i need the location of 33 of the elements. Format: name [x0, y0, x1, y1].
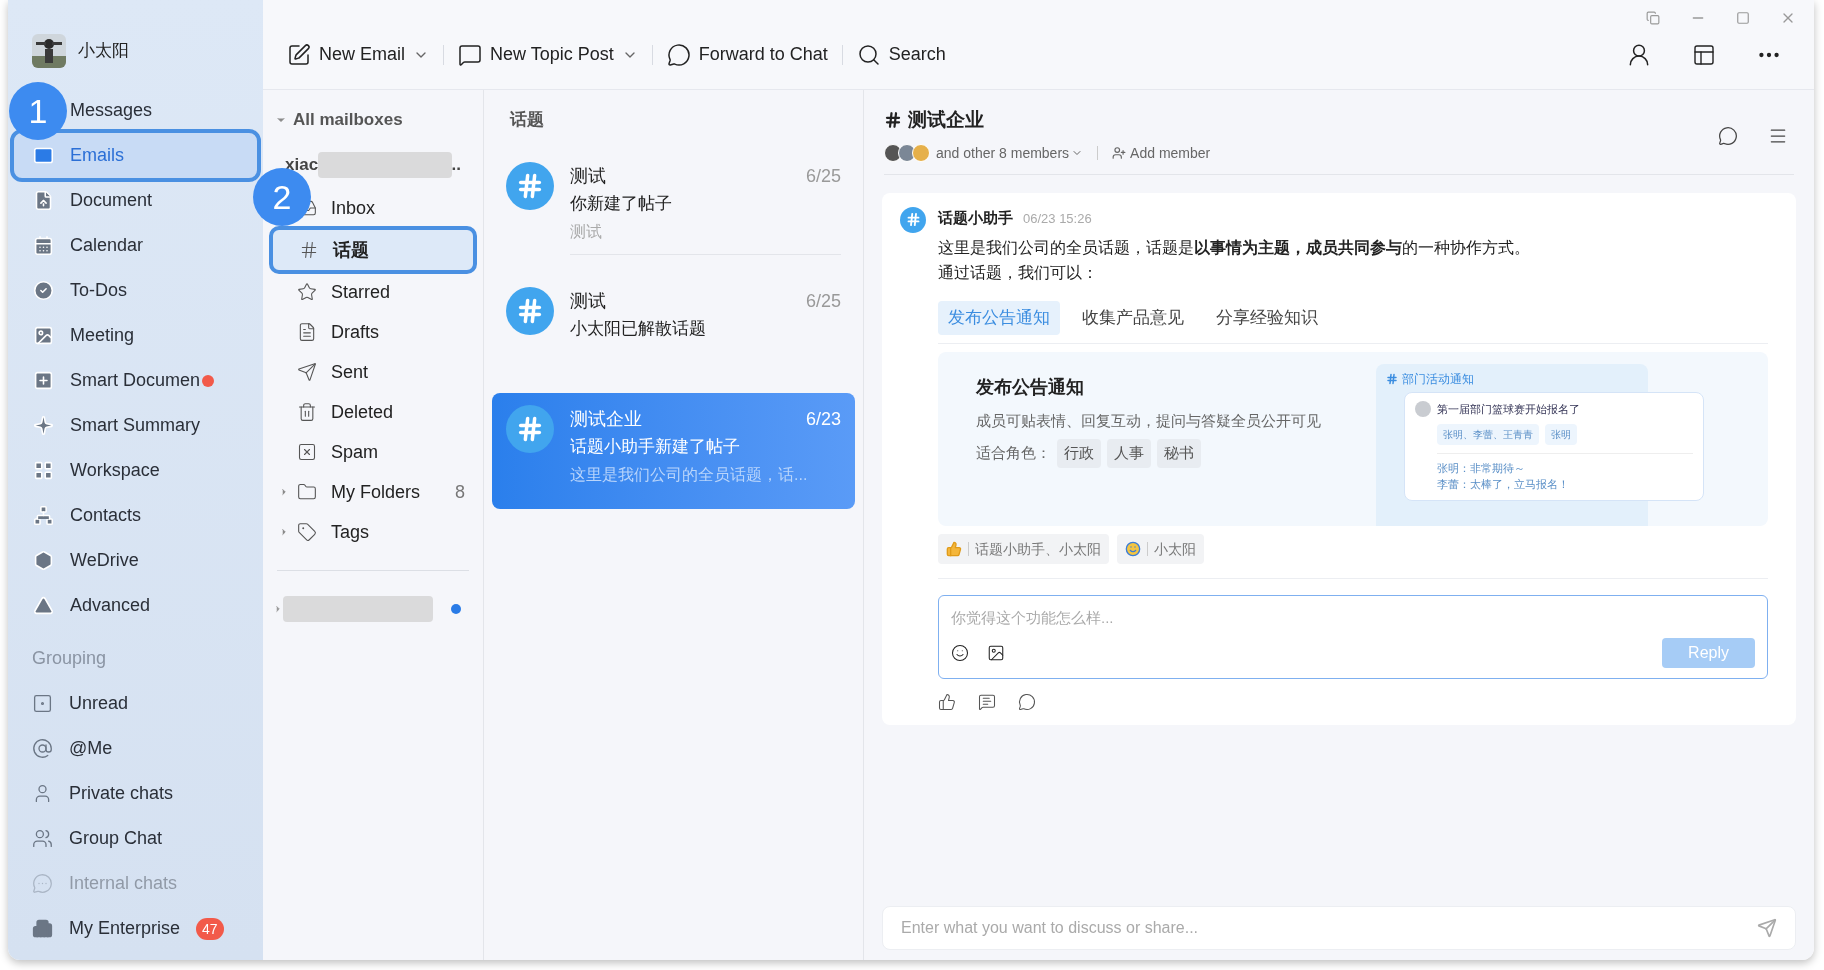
post-title: 第一届部门篮球赛开始报名了 — [1437, 402, 1580, 417]
preview-comment: 张明：非常期待～ — [1437, 460, 1526, 476]
user-name: 小太阳 — [78, 40, 129, 63]
reaction-chip: 张明、李蕾、王青青 — [1437, 423, 1539, 445]
topic-preview: 这里是我们公司的全员话题，话... — [570, 465, 809, 485]
topic-subtitle: 小太阳已解散话题 — [570, 318, 707, 340]
topic-preview: 测试 — [570, 222, 603, 242]
chat-title: 测试企业 — [908, 108, 984, 132]
role-tag: 人事 — [1107, 439, 1151, 468]
list-heading: 话题 — [508, 109, 545, 132]
author-name: 话题小助手 — [938, 207, 1013, 228]
message-text: 通过话题，我们可以： — [938, 263, 1099, 283]
feature-description: 成员可贴表情、回复互动，提问与答疑全员公开可见 — [976, 411, 1322, 431]
folder-count: 8 — [455, 480, 465, 504]
message-text: 这里是我们公司的全员话题，话题是以事情为主题，成员共同参与的一种协作方式。 — [938, 238, 1531, 258]
role-tag: 秘书 — [1157, 439, 1201, 468]
topic-date: 6/23 — [805, 408, 841, 431]
count-badge: 47 — [196, 917, 224, 940]
roles-label: 适合角色： — [976, 443, 1051, 463]
role-tag: 行政 — [1057, 439, 1101, 468]
feature-title: 发布公告通知 — [976, 376, 1085, 399]
topic-title: 测试企业 — [570, 408, 642, 431]
topic-subtitle: 你新建了帖子 — [570, 193, 673, 215]
section-heading: Grouping — [31, 647, 108, 670]
topic-subtitle: 话题小助手新建了帖子 — [570, 436, 741, 458]
topic-date: 6/25 — [805, 290, 841, 313]
reaction-chip: 张明 — [1545, 423, 1577, 445]
topic-title: 测试 — [570, 290, 606, 313]
preview-comment: 李蕾：太棒了，立马报名！ — [1437, 476, 1570, 492]
message-time: 06/23 15:26 — [1023, 209, 1092, 228]
preview-heading: 部门活动通知 — [1402, 371, 1474, 388]
topic-title: 测试 — [570, 165, 606, 188]
topic-date: 6/25 — [805, 165, 841, 188]
